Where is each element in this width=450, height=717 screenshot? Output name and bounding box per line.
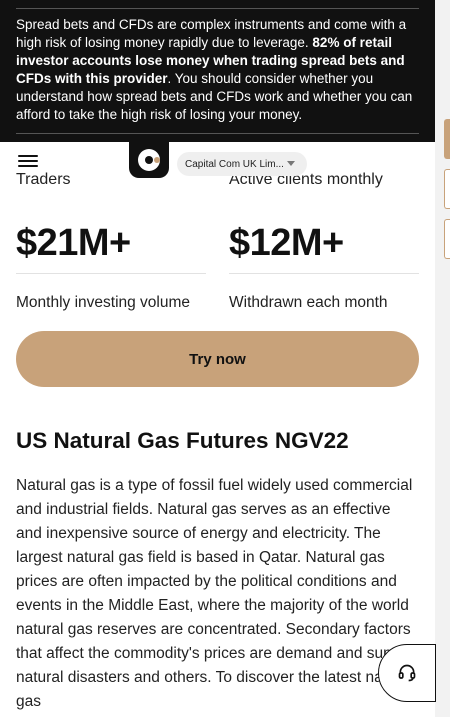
stat-value-withdrawn: $12M+ [229, 222, 344, 264]
article-title: US Natural Gas Futures NGV22 [16, 428, 349, 453]
stat-caption-volume: Monthly investing volume [16, 294, 191, 311]
caret-down-icon [287, 161, 295, 166]
stat-divider [229, 273, 419, 274]
risk-warning-text: Spread bets and CFDs are complex instrum… [16, 16, 420, 124]
article-body: Natural gas is a type of fossil fuel wid… [16, 477, 415, 710]
side-panel-strip [435, 0, 450, 717]
page-content: Traders Active clients monthly $21M+ $12… [0, 0, 435, 717]
entity-selector[interactable]: Capital Com UK Lim... [177, 152, 307, 176]
try-now-button[interactable]: Try now [16, 331, 419, 387]
capital-com-logo[interactable] [129, 140, 169, 178]
banner-divider-top [16, 8, 419, 9]
support-chat-button[interactable] [378, 644, 436, 702]
hamburger-icon[interactable] [18, 152, 40, 174]
entity-selector-value: Capital Com UK Lim... [185, 158, 284, 170]
side-tab-1[interactable] [444, 119, 450, 159]
stat-caption-withdrawn: Withdrawn each month [229, 294, 388, 311]
logo-accent-dot [154, 157, 160, 163]
stat-divider [16, 273, 206, 274]
side-tab-3[interactable] [444, 219, 450, 259]
risk-warning-banner: Spread bets and CFDs are complex instrum… [0, 0, 435, 142]
banner-divider-bottom [16, 133, 419, 134]
stat-value-volume: $21M+ [16, 222, 131, 264]
side-tab-2[interactable] [444, 169, 450, 209]
headset-icon [398, 664, 416, 682]
